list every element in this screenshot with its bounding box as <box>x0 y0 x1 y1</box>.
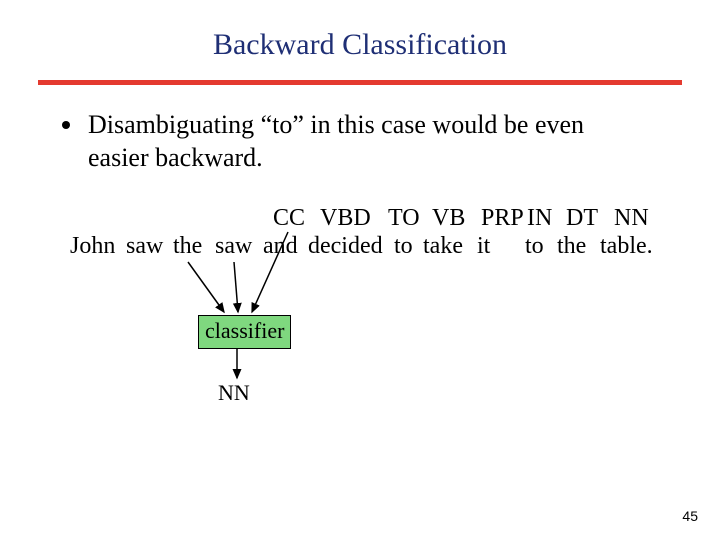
tag-cc: CC <box>273 205 305 232</box>
page-number: 45 <box>682 508 698 524</box>
word-take: take <box>423 233 463 260</box>
word-to1: to <box>394 233 413 260</box>
word-to2: to <box>525 233 544 260</box>
word-table: table. <box>600 233 653 260</box>
word-the1: the <box>173 233 202 260</box>
word-and: and <box>263 233 298 260</box>
word-john: John <box>70 233 115 260</box>
arrow-saw-to-classifier <box>234 262 238 312</box>
tag-in: IN <box>527 205 552 232</box>
tag-dt: DT <box>566 205 598 232</box>
bullet-item: Disambiguating “to” in this case would b… <box>62 109 720 174</box>
arrow-the-to-classifier <box>188 262 224 312</box>
classifier-box: classifier <box>198 315 291 349</box>
slide-root: Backward Classification Disambiguating “… <box>0 0 720 540</box>
title-underline <box>38 80 682 85</box>
word-saw2: saw <box>215 233 252 260</box>
tag-nn: NN <box>614 205 649 232</box>
tag-to: TO <box>388 205 420 232</box>
word-the2: the <box>557 233 586 260</box>
tag-vb: VB <box>432 205 465 232</box>
word-saw1: saw <box>126 233 163 260</box>
word-decided: decided <box>308 233 383 260</box>
tag-prp: PRP <box>481 205 524 232</box>
slide-title: Backward Classification <box>0 0 720 62</box>
bullet-dot-icon <box>62 121 70 129</box>
classifier-output: NN <box>218 380 250 406</box>
bullet-text: Disambiguating “to” in this case would b… <box>88 109 648 174</box>
word-it: it <box>477 233 490 260</box>
tag-vbd: VBD <box>320 205 371 232</box>
